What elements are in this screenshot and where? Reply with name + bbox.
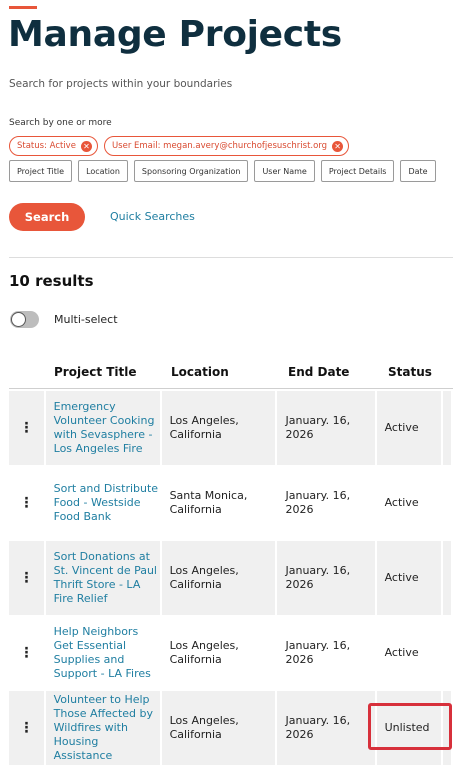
filter-chip-status[interactable]: Status: Active ✕ [9, 136, 98, 156]
search-by-label: Search by one or more [9, 118, 112, 128]
project-title-link[interactable]: Volunteer to Help Those Affected by Wild… [54, 693, 160, 763]
row-overflow-cell [443, 391, 453, 465]
toggle-knob [11, 312, 26, 327]
row-menu-icon[interactable]: ⋮ [9, 391, 46, 465]
filter-project-details-button[interactable]: Project Details [320, 160, 395, 182]
filter-chip-user-email[interactable]: User Email: megan.avery@churchofjesuschr… [103, 136, 350, 156]
project-status: Active [384, 496, 419, 509]
filter-chip-label: User Email: megan.avery@churchofjesuschr… [111, 141, 328, 151]
column-header-project-title[interactable]: Project Title [46, 365, 163, 379]
active-filter-chips: Status: Active ✕ User Email: megan.avery… [9, 136, 350, 156]
row-menu-icon[interactable]: ⋮ [9, 466, 46, 540]
page-subtitle: Search for projects within your boundari… [9, 78, 233, 90]
manage-projects-page: Manage Projects Search for projects with… [0, 0, 453, 777]
column-header-location[interactable]: Location [163, 365, 280, 379]
filter-date-button[interactable]: Date [400, 160, 436, 182]
column-header-status[interactable]: Status [380, 365, 447, 379]
project-location: Los Angeles, California [169, 564, 239, 591]
row-menu-icon[interactable]: ⋮ [9, 616, 46, 690]
section-divider [9, 257, 453, 258]
filter-chip-label: Status: Active [17, 141, 76, 151]
project-end-date: January. 16, 2026 [285, 639, 351, 666]
project-status: Active [384, 646, 419, 659]
filter-location-button[interactable]: Location [78, 160, 128, 182]
remove-filter-icon[interactable]: ✕ [80, 140, 92, 152]
project-location: Los Angeles, California [169, 639, 239, 666]
multiselect-label: Multi-select [54, 313, 118, 326]
filter-options: Project Title Location Sponsoring Organi… [9, 160, 436, 182]
row-overflow-cell [443, 541, 453, 615]
project-location: Los Angeles, California [169, 414, 239, 441]
table-header: Project Title Location End Date Status [9, 356, 453, 389]
row-overflow-cell [443, 616, 453, 690]
filter-sponsoring-organization-button[interactable]: Sponsoring Organization [133, 160, 249, 182]
project-location: Santa Monica, California [169, 489, 248, 516]
title-accent-bar [9, 6, 37, 9]
row-menu-icon[interactable]: ⋮ [9, 541, 46, 615]
project-status: Active [384, 421, 419, 434]
row-menu-icon[interactable]: ⋮ [9, 691, 46, 765]
project-end-date: January. 16, 2026 [285, 714, 351, 741]
project-end-date: January. 16, 2026 [285, 564, 351, 591]
table-row: ⋮ Sort Donations at St. Vincent de Paul … [9, 541, 453, 616]
filter-project-title-button[interactable]: Project Title [9, 160, 73, 182]
remove-filter-icon[interactable]: ✕ [332, 140, 344, 152]
results-count: 10 results [9, 272, 94, 290]
multiselect-toggle[interactable] [10, 311, 39, 328]
filter-user-name-button[interactable]: User Name [254, 160, 315, 182]
quick-searches-link[interactable]: Quick Searches [110, 210, 195, 223]
table-row: ⋮ Help Neighbors Get Essential Supplies … [9, 616, 453, 691]
row-overflow-cell [443, 466, 453, 540]
table-row: ⋮ Sort and Distribute Food - Westside Fo… [9, 466, 453, 541]
project-title-link[interactable]: Sort Donations at St. Vincent de Paul Th… [54, 550, 160, 606]
column-header-end-date[interactable]: End Date [280, 365, 380, 379]
project-end-date: January. 16, 2026 [285, 489, 351, 516]
project-title-link[interactable]: Help Neighbors Get Essential Supplies an… [54, 625, 160, 681]
table-row: ⋮ Emergency Volunteer Cooking with Sevas… [9, 391, 453, 466]
project-title-link[interactable]: Sort and Distribute Food - Westside Food… [54, 482, 160, 524]
project-location: Los Angeles, California [169, 714, 239, 741]
project-end-date: January. 16, 2026 [285, 414, 351, 441]
project-status: Active [384, 571, 419, 584]
project-title-link[interactable]: Emergency Volunteer Cooking with Sevasph… [54, 400, 160, 456]
status-highlight-box [368, 703, 452, 750]
page-title: Manage Projects [8, 14, 342, 55]
search-button[interactable]: Search [9, 203, 85, 231]
